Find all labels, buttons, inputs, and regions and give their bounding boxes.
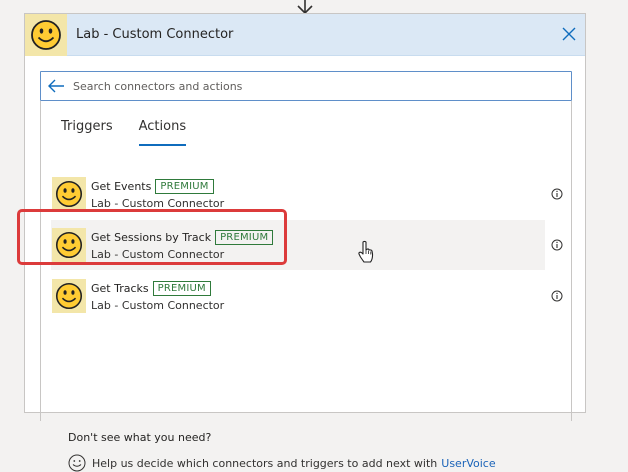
action-title: Get Tracks [91, 281, 149, 295]
action-item-get-sessions-by-track[interactable]: Get Sessions by Track PREMIUM Lab - Cust… [51, 220, 563, 270]
card-header: Lab - Custom Connector [25, 13, 585, 56]
tab-actions[interactable]: Actions [138, 119, 186, 146]
smiley-outline-icon [68, 454, 86, 472]
tab-bar: Triggers Actions [61, 119, 212, 146]
action-text: Get Events PREMIUM Lab - Custom Connecto… [91, 178, 225, 210]
info-icon[interactable] [551, 188, 563, 200]
action-item-get-events[interactable]: Get Events PREMIUM Lab - Custom Connecto… [51, 169, 563, 219]
action-item-get-tracks[interactable]: Get Tracks PREMIUM Lab - Custom Connecto… [51, 271, 563, 321]
hand-cursor-icon [358, 240, 374, 263]
premium-badge: PREMIUM [155, 178, 214, 194]
action-list: Get Events PREMIUM Lab - Custom Connecto… [51, 169, 563, 322]
back-arrow-icon[interactable] [47, 79, 65, 93]
uservoice-link[interactable]: UserVoice [441, 457, 495, 470]
results-panel: Triggers Actions Get Events PREMIUM Lab … [40, 101, 572, 472]
action-title-row: Get Events PREMIUM [91, 178, 224, 194]
connector-smiley-icon [52, 279, 86, 313]
info-icon[interactable] [551, 290, 563, 302]
action-title: Get Events [91, 179, 152, 193]
footer-question: Don't see what you need? [68, 431, 212, 444]
footer-help: Help us decide which connectors and trig… [68, 454, 496, 472]
connector-smiley-icon [52, 177, 86, 211]
connector-card: Lab - Custom Connector Triggers Actions [24, 13, 586, 472]
action-text: Get Tracks PREMIUM Lab - Custom Connecto… [91, 280, 225, 312]
premium-badge: PREMIUM [215, 229, 274, 245]
action-connector: Lab - Custom Connector [91, 247, 225, 261]
action-text: Get Sessions by Track PREMIUM Lab - Cust… [91, 229, 274, 261]
tab-triggers[interactable]: Triggers [61, 119, 113, 146]
card-title: Lab - Custom Connector [76, 27, 234, 42]
search-input[interactable] [73, 79, 553, 93]
action-title: Get Sessions by Track [91, 230, 212, 244]
action-connector: Lab - Custom Connector [91, 196, 225, 210]
action-title-row: Get Sessions by Track PREMIUM [91, 229, 274, 245]
info-icon[interactable] [551, 239, 563, 251]
action-connector: Lab - Custom Connector [91, 298, 225, 312]
close-icon[interactable] [561, 26, 577, 42]
search-box [40, 71, 572, 101]
connector-smiley-icon [25, 13, 67, 56]
premium-badge: PREMIUM [152, 280, 211, 296]
footer-help-text: Help us decide which connectors and trig… [92, 456, 438, 470]
connector-smiley-icon [52, 228, 86, 262]
action-title-row: Get Tracks PREMIUM [91, 280, 224, 296]
flow-arrow-icon [297, 0, 313, 14]
